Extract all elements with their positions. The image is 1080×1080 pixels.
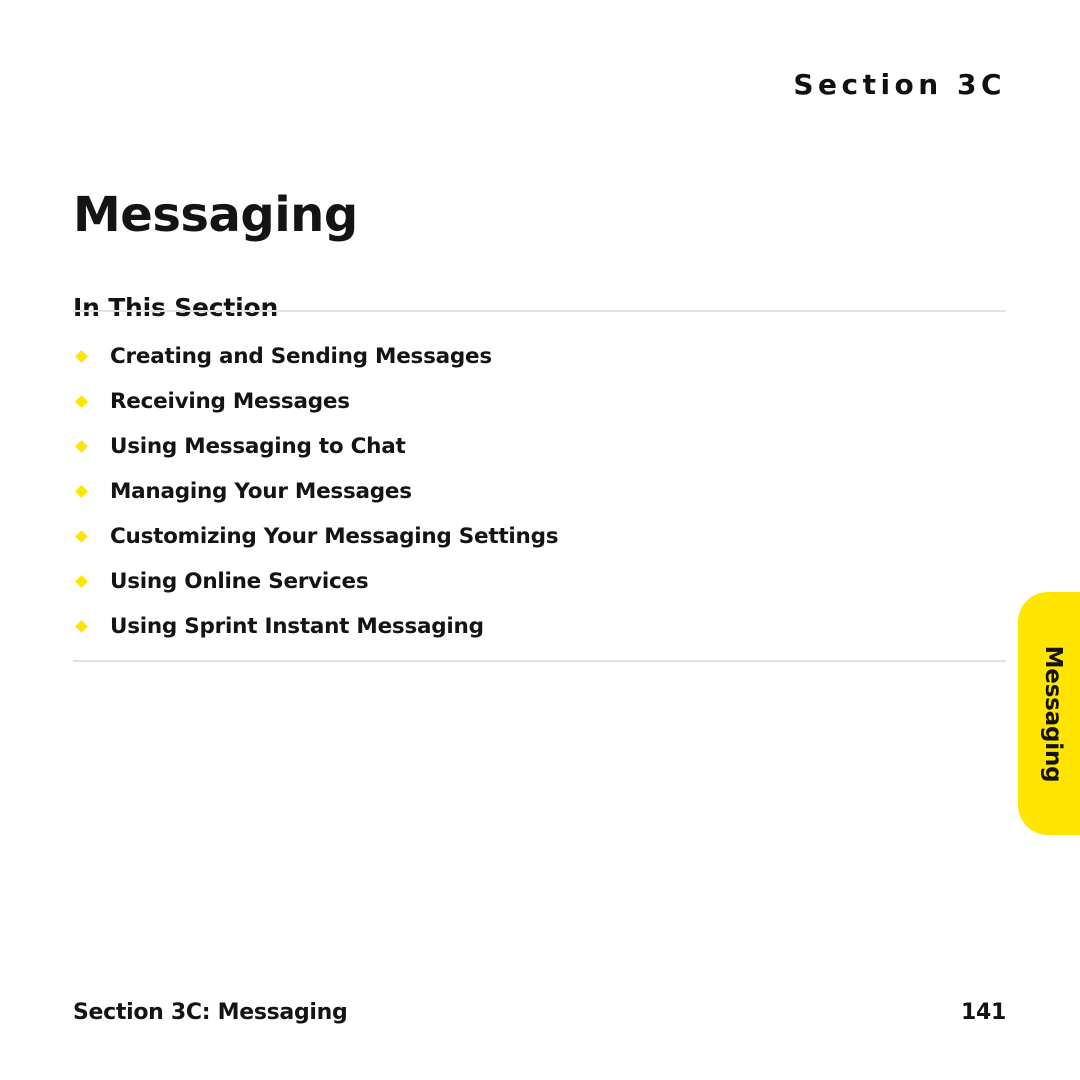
diamond-bullet-icon xyxy=(75,619,88,633)
divider-bottom xyxy=(73,660,1006,662)
page-title: Messaging xyxy=(73,187,358,244)
list-item-label: Using Sprint Instant Messaging xyxy=(110,614,484,639)
table-of-contents-list: Creating and Sending Messages Receiving … xyxy=(73,334,1006,649)
list-item[interactable]: Using Sprint Instant Messaging xyxy=(73,604,1006,649)
section-thumb-tab-label: Messaging xyxy=(1040,645,1066,782)
divider-top xyxy=(73,310,1006,312)
list-item[interactable]: Receiving Messages xyxy=(73,379,1006,424)
list-item[interactable]: Customizing Your Messaging Settings xyxy=(73,514,1006,559)
page-number: 141 xyxy=(960,1000,1006,1025)
document-page: Section 3C Messaging In This Section Cre… xyxy=(0,0,1080,1080)
list-item-label: Receiving Messages xyxy=(110,389,350,414)
footer-section-label: Section 3C: Messaging xyxy=(73,1000,348,1025)
list-item[interactable]: Managing Your Messages xyxy=(73,469,1006,514)
in-this-section-heading: In This Section xyxy=(73,292,279,322)
list-item[interactable]: Creating and Sending Messages xyxy=(73,334,1006,379)
running-head: Section 3C xyxy=(793,68,1006,101)
list-item-label: Using Online Services xyxy=(110,569,369,594)
list-item-label: Creating and Sending Messages xyxy=(110,344,492,369)
list-item-label: Customizing Your Messaging Settings xyxy=(110,524,559,549)
list-item[interactable]: Using Messaging to Chat xyxy=(73,424,1006,469)
diamond-bullet-icon xyxy=(75,484,88,498)
list-item-label: Managing Your Messages xyxy=(110,479,412,504)
diamond-bullet-icon xyxy=(75,349,88,363)
section-thumb-tab: Messaging xyxy=(1018,592,1080,835)
list-item-label: Using Messaging to Chat xyxy=(110,434,406,459)
diamond-bullet-icon xyxy=(75,529,88,543)
diamond-bullet-icon xyxy=(75,574,88,588)
list-item[interactable]: Using Online Services xyxy=(73,559,1006,604)
diamond-bullet-icon xyxy=(75,439,88,453)
diamond-bullet-icon xyxy=(75,394,88,408)
page-footer: Section 3C: Messaging 141 xyxy=(73,1000,1006,1030)
